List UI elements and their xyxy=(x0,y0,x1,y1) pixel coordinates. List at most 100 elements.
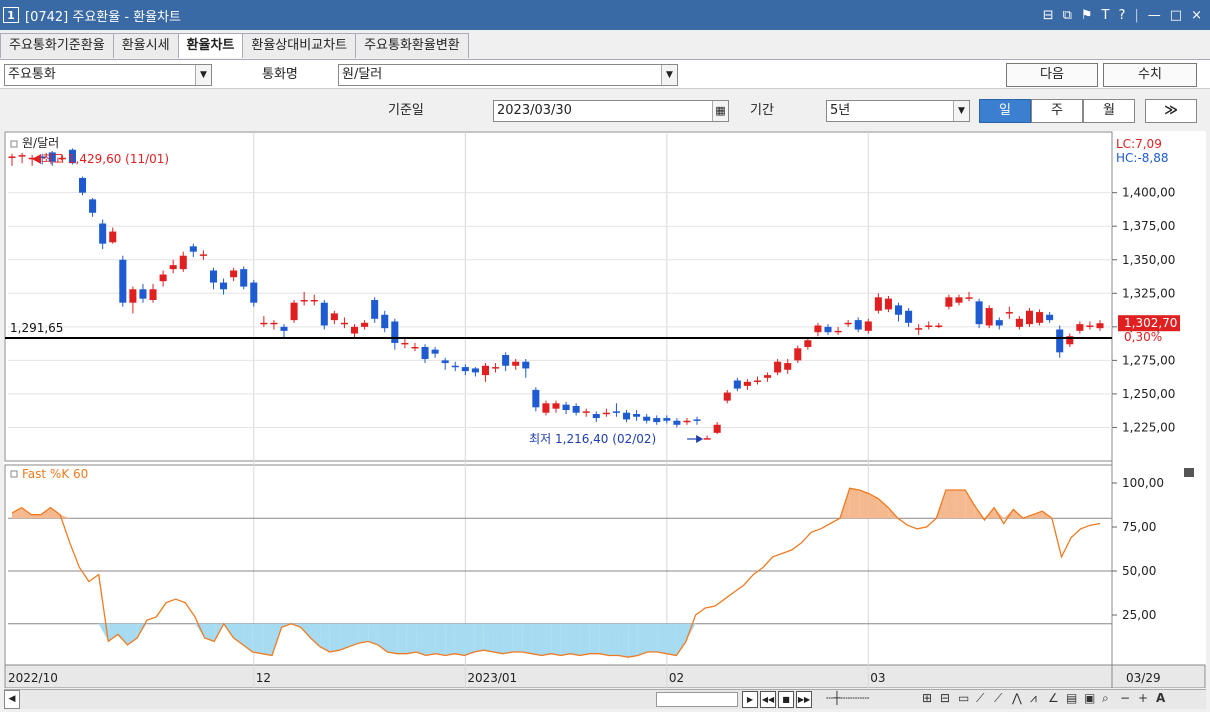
scroll-track[interactable] xyxy=(656,692,738,707)
draw-line-icon[interactable]: ⟋ xyxy=(976,691,984,706)
range-label: 기간 xyxy=(750,103,774,118)
day-button[interactable]: 일 xyxy=(979,99,1031,123)
candle-body xyxy=(774,361,782,373)
candle-body xyxy=(884,298,892,310)
play-button[interactable]: ▶ xyxy=(742,691,758,708)
period-row: 기준일 2023/03/30 ▦ 기간 5년 ▼ 일 주 월 ≫ xyxy=(0,97,1210,127)
oversold-fill xyxy=(531,623,542,656)
rewind-button[interactable]: ◀◀ xyxy=(760,691,776,708)
angle-icon[interactable]: ∠ xyxy=(1048,691,1059,705)
fork-icon[interactable]: ⩘ xyxy=(1030,691,1037,706)
candle-body xyxy=(361,322,369,327)
oversold-fill xyxy=(657,623,667,654)
candle-body xyxy=(320,302,328,326)
close-icon[interactable]: × xyxy=(1191,8,1202,23)
oversold-fill xyxy=(358,623,369,644)
area-icon[interactable]: ▭ xyxy=(958,691,969,705)
indicator-y-tick-label: 75,00 xyxy=(1122,520,1156,534)
trend-icon[interactable]: ⟋ xyxy=(994,691,1002,706)
candle-body xyxy=(431,349,439,354)
wave-icon[interactable]: ⋀ xyxy=(1012,691,1022,705)
x-tick-label: 03 xyxy=(870,671,885,685)
oversold-fill xyxy=(435,623,446,656)
layout-grid-icon[interactable]: ⊞ xyxy=(922,691,932,705)
candle-body xyxy=(663,418,671,421)
zoom-in-icon[interactable]: + xyxy=(1138,691,1148,705)
save-icon[interactable]: ▣ xyxy=(1084,691,1095,705)
new-window-icon[interactable]: ⧉ xyxy=(1063,8,1072,23)
candle-body xyxy=(209,270,218,283)
date-label: 기준일 xyxy=(388,103,424,118)
candle-body xyxy=(824,326,832,333)
candle-body xyxy=(572,405,580,413)
candle-body xyxy=(421,346,429,360)
minimize-icon[interactable]: — xyxy=(1148,8,1161,23)
price-y-tick-label: 1,375,00 xyxy=(1122,219,1175,233)
next-button[interactable]: 다음 xyxy=(1006,63,1098,87)
candle-body xyxy=(350,326,359,334)
chevron-down-icon[interactable]: ▼ xyxy=(661,65,677,85)
oversold-fill xyxy=(483,623,494,652)
tab-relative-compare-chart[interactable]: 환율상대비교차트 xyxy=(242,33,357,58)
zoom-slider-icon[interactable]: ┄┼┄┄┄┄ xyxy=(826,691,869,705)
candle-body xyxy=(280,326,288,331)
candle-body xyxy=(713,424,721,433)
calendar-icon[interactable]: ▦ xyxy=(712,101,728,121)
candle-body xyxy=(371,300,379,319)
oversold-fill xyxy=(580,623,590,656)
candle-body xyxy=(149,289,157,300)
currency-select[interactable]: 원/달러 ▼ xyxy=(338,64,678,86)
x-axis-strip xyxy=(4,664,1206,688)
candle-body xyxy=(844,322,852,325)
split-icon[interactable]: ⊟ xyxy=(940,691,950,705)
tab-rate-chart[interactable]: 환율차트 xyxy=(177,33,244,58)
candle-body xyxy=(532,389,540,408)
indicator-close-icon[interactable] xyxy=(1184,468,1194,477)
month-button[interactable]: 월 xyxy=(1083,99,1135,123)
forward-button[interactable]: ≫ xyxy=(1145,99,1197,123)
layout-icon[interactable]: ⊟ xyxy=(1043,8,1054,23)
folder-icon[interactable]: ▤ xyxy=(1066,691,1077,705)
candle-body xyxy=(693,419,701,421)
x-tick-label: 2023/01 xyxy=(467,671,517,685)
maximize-icon[interactable]: □ xyxy=(1170,8,1182,23)
candle-body xyxy=(109,231,117,243)
chevron-down-icon[interactable]: ▼ xyxy=(953,101,969,121)
zoom-out-icon[interactable]: − xyxy=(1120,691,1130,705)
candle-body xyxy=(894,305,903,315)
stop-button[interactable]: ■ xyxy=(778,691,794,708)
candle-body xyxy=(119,259,127,303)
tab-rate-quotes[interactable]: 환율시세 xyxy=(112,33,179,58)
candle-body xyxy=(874,297,882,311)
candle-body xyxy=(834,330,842,333)
values-button[interactable]: 수치 xyxy=(1103,63,1197,87)
oversold-fill xyxy=(551,623,561,656)
help-icon[interactable]: ? xyxy=(1119,8,1126,23)
candle-body xyxy=(1056,329,1064,353)
search-icon[interactable]: ⌕ xyxy=(1102,691,1109,706)
date-input[interactable]: 2023/03/30 ▦ xyxy=(493,100,729,122)
candle-body xyxy=(965,297,973,299)
oversold-fill xyxy=(608,623,619,656)
category-select[interactable]: 주요통화 ▼ xyxy=(4,64,212,86)
font-icon[interactable]: A xyxy=(1156,691,1165,705)
oversold-fill xyxy=(666,623,677,656)
chart-area[interactable]: 2022/10 12 2023/01 02 03 03/29 1,400,00 1,375,0… xyxy=(4,131,1206,688)
week-button[interactable]: 주 xyxy=(1031,99,1083,123)
pin-icon[interactable]: ⚑ xyxy=(1081,8,1093,23)
chart-background xyxy=(4,131,1206,688)
oversold-fill xyxy=(628,623,638,658)
tab-major-base-rate[interactable]: 주요통화기준환율 xyxy=(0,33,114,58)
range-select[interactable]: 5년 ▼ xyxy=(826,100,970,122)
tab-currency-convert[interactable]: 주요통화환율변환 xyxy=(355,33,469,58)
candle-body xyxy=(300,300,308,302)
candle-body xyxy=(461,367,469,372)
fast-forward-button[interactable]: ▶▶ xyxy=(796,691,812,708)
candle-body xyxy=(764,375,772,378)
font-size-icon[interactable]: T xyxy=(1102,8,1110,23)
indicator-y-tick-label: 25,00 xyxy=(1122,608,1156,622)
chevron-down-icon[interactable]: ▼ xyxy=(195,65,211,85)
scroll-left-button[interactable]: ◀ xyxy=(4,690,20,709)
high-price-note: 최고 1,429,60 (11/01) xyxy=(42,152,169,166)
candle-body xyxy=(1005,312,1013,314)
